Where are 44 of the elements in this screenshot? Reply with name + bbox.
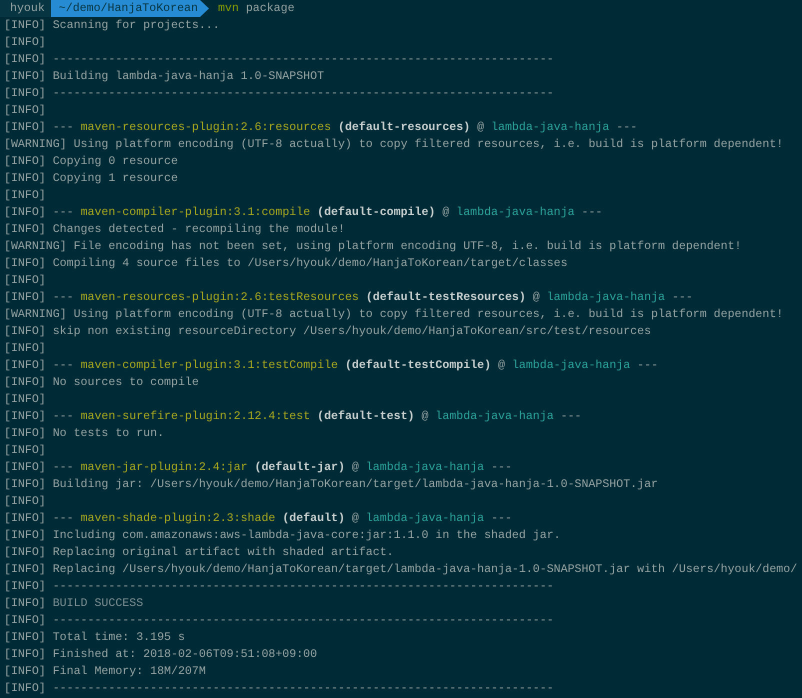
log-line: [INFO] ------------------------------------------------------------------------ [4, 86, 554, 102]
log-line: [INFO] Building lambda-java-hanja 1.0-SNAPSHOT [4, 69, 324, 85]
log-line: [INFO] ------------------------------------------------------------------------ [4, 579, 554, 595]
prompt-args: package [246, 1, 295, 17]
log-line: [INFO] Final Memory: 18M/207M [4, 664, 206, 680]
log-line: [INFO] Total time: 3.195 s [4, 630, 185, 646]
log-line: [INFO] Scanning for projects... [4, 18, 220, 34]
log-line: [WARNING] Using platform encoding (UTF-8 actually) to copy filtered resources, i.e. build is platform dependent! [4, 307, 784, 323]
prompt-command: mvn [218, 1, 239, 17]
log-line: [INFO] Copying 0 resource [4, 154, 178, 170]
log-line: [INFO] --- maven-compiler-plugin:3.1:compile (default-compile) @ lambda-java-hanja --- [4, 205, 602, 221]
log-line: [INFO] --- maven-resources-plugin:2.6:testResources (default-testResources) @ lambda-java-hanja --- [4, 290, 693, 306]
log-line: [INFO] Replacing /Users/hyouk/demo/HanjaToKorean/target/lambda-java-hanja-1.0-SNAPSHOT.jar with /Users/hyouk/demo/ [4, 562, 798, 578]
log-line: [INFO] [4, 341, 46, 357]
log-line: [INFO] Replacing original artifact with shaded artifact. [4, 545, 394, 561]
log-line: [INFO] ------------------------------------------------------------------------ [4, 613, 554, 629]
log-line: [INFO] No tests to run. [4, 426, 164, 442]
prompt-user: hyouk [0, 0, 51, 17]
log-line: [INFO] skip non existing resourceDirectory /Users/hyouk/demo/HanjaToKorean/src/test/resources [4, 324, 652, 340]
log-line: [INFO] --- maven-jar-plugin:2.4:jar (default-jar) @ lambda-java-hanja --- [4, 460, 512, 476]
log-line: [INFO] ------------------------------------------------------------------------ [4, 681, 554, 697]
log-line: [INFO] Copying 1 resource [4, 171, 178, 187]
log-line: [INFO] --- maven-compiler-plugin:3.1:testCompile (default-testCompile) @ lambda-java-hanja --- [4, 358, 658, 374]
log-line: [INFO] Building jar: /Users/hyouk/demo/HanjaToKorean/target/lambda-java-hanja-1.0-SNAPSHOT.jar [4, 477, 658, 493]
log-line: [INFO] Changes detected - recompiling the module! [4, 222, 345, 238]
log-line: [INFO] Finished at: 2018-02-06T09:51:08+09:00 [4, 647, 318, 663]
log-line: [INFO] [4, 103, 46, 119]
log-line: [INFO] No sources to compile [4, 375, 199, 391]
log-line: [INFO] --- maven-surefire-plugin:2.12.4:test (default-test) @ lambda-java-hanja --- [4, 409, 582, 425]
log-line: [INFO] [4, 392, 46, 408]
log-line: [INFO] [4, 188, 46, 204]
log-line: [INFO] --- maven-shade-plugin:2.3:shade (default) @ lambda-java-hanja --- [4, 511, 512, 527]
log-line: [INFO] ------------------------------------------------------------------------ [4, 52, 554, 68]
log-line: [INFO] Compiling 4 source files to /Users/hyouk/demo/HanjaToKorean/target/classes [4, 256, 568, 272]
log-line: [INFO] [4, 494, 46, 510]
log-line: [WARNING] Using platform encoding (UTF-8 actually) to copy filtered resources, i.e. build is platform dependent! [4, 137, 784, 153]
log-line: [INFO] [4, 35, 46, 51]
log-line: [WARNING] File encoding has not been set, using platform encoding UTF-8, i.e. build is platform dependent! [4, 239, 742, 255]
log-line: [INFO] Including com.amazonaws:aws-lambda-java-core:jar:1.1.0 in the shaded jar. [4, 528, 561, 544]
log-line: [INFO] --- maven-resources-plugin:2.6:resources (default-resources) @ lambda-java-hanja --- [4, 120, 638, 136]
log-line: [INFO] BUILD SUCCESS [4, 596, 144, 612]
log-line: [INFO] [4, 443, 46, 459]
prompt-arrow-icon [200, 0, 209, 17]
log-line: [INFO] [4, 273, 46, 289]
